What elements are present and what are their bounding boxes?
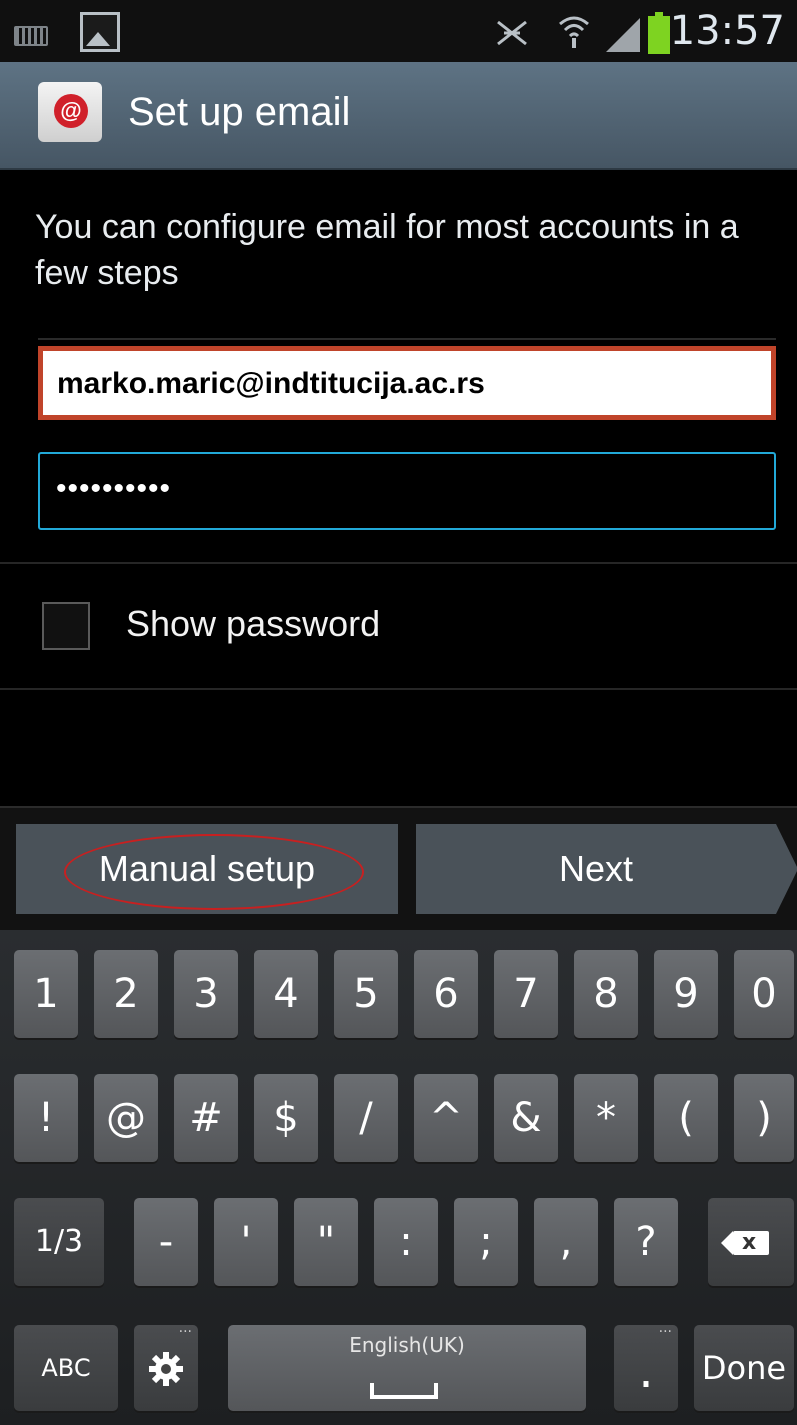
- key-hash[interactable]: #: [174, 1074, 238, 1162]
- abc-key[interactable]: ABC: [14, 1325, 118, 1411]
- email-value: marko.maric@indtitucija.ac.rs: [57, 367, 485, 400]
- period-key[interactable]: ··· .: [614, 1325, 678, 1411]
- show-password-label[interactable]: Show password: [126, 603, 380, 645]
- divider: [38, 338, 776, 340]
- key-exclamation[interactable]: !: [14, 1074, 78, 1162]
- next-arrow-icon[interactable]: [776, 824, 797, 914]
- space-key[interactable]: English(UK): [228, 1325, 586, 1411]
- backspace-icon: x: [721, 1230, 769, 1255]
- battery-icon: [648, 12, 670, 54]
- show-password-checkbox[interactable]: [42, 602, 90, 650]
- key-1[interactable]: 1: [14, 950, 78, 1038]
- key-apostrophe[interactable]: ': [214, 1198, 278, 1286]
- key-7[interactable]: 7: [494, 950, 558, 1038]
- key-open-paren[interactable]: (: [654, 1074, 718, 1162]
- key-8[interactable]: 8: [574, 950, 638, 1038]
- settings-key[interactable]: ···: [134, 1325, 198, 1411]
- key-question[interactable]: ?: [614, 1198, 678, 1286]
- key-4[interactable]: 4: [254, 950, 318, 1038]
- divider: [0, 562, 797, 564]
- intro-text: You can configure email for most account…: [35, 208, 739, 292]
- at-sign-icon: @: [54, 94, 88, 128]
- key-ampersand[interactable]: &: [494, 1074, 558, 1162]
- gear-icon: [149, 1352, 183, 1386]
- next-label: Next: [558, 848, 634, 889]
- key-3[interactable]: 3: [174, 950, 238, 1038]
- key-5[interactable]: 5: [334, 950, 398, 1038]
- signal-icon: [606, 18, 640, 52]
- email-field[interactable]: marko.maric@indtitucija.ac.rs: [38, 346, 776, 420]
- divider: [0, 688, 797, 690]
- key-comma[interactable]: ,: [534, 1198, 598, 1286]
- key-9[interactable]: 9: [654, 950, 718, 1038]
- key-caret[interactable]: ^: [414, 1074, 478, 1162]
- page-title: Set up email: [128, 90, 351, 134]
- next-button[interactable]: Next: [416, 824, 776, 914]
- action-bar: @ Set up email: [0, 62, 797, 170]
- key-asterisk[interactable]: *: [574, 1074, 638, 1162]
- backspace-key[interactable]: x: [708, 1198, 794, 1286]
- status-time: 13:57: [669, 8, 785, 54]
- key-semicolon[interactable]: ;: [454, 1198, 518, 1286]
- email-app-icon: @: [38, 82, 102, 142]
- password-field[interactable]: ••••••••••: [38, 452, 776, 530]
- key-colon[interactable]: :: [374, 1198, 438, 1286]
- key-6[interactable]: 6: [414, 950, 478, 1038]
- key-quote[interactable]: ": [294, 1198, 358, 1286]
- key-close-paren[interactable]: ): [734, 1074, 794, 1162]
- key-at[interactable]: @: [94, 1074, 158, 1162]
- highlight-oval: [64, 834, 364, 910]
- wifi-icon: [559, 16, 589, 48]
- language-label: English(UK): [349, 1333, 465, 1357]
- space-bar-icon: [370, 1383, 438, 1399]
- manual-setup-button[interactable]: Manual setup: [16, 824, 398, 914]
- key-2[interactable]: 2: [94, 950, 158, 1038]
- keyboard: 1 2 3 4 5 6 7 8 9 0 ! @ # $ / ^ & * ( ) …: [0, 930, 797, 1425]
- key-0[interactable]: 0: [734, 950, 794, 1038]
- silent-mode-icon: [497, 20, 527, 46]
- key-dollar[interactable]: $: [254, 1074, 318, 1162]
- status-bar: 13:57: [0, 0, 797, 62]
- key-dash[interactable]: -: [134, 1198, 198, 1286]
- key-slash[interactable]: /: [334, 1074, 398, 1162]
- done-key[interactable]: Done: [694, 1325, 794, 1411]
- keyboard-icon: [14, 26, 48, 46]
- password-value: ••••••••••: [56, 472, 172, 505]
- page-toggle-key[interactable]: 1/3: [14, 1198, 104, 1286]
- image-icon: [80, 12, 120, 52]
